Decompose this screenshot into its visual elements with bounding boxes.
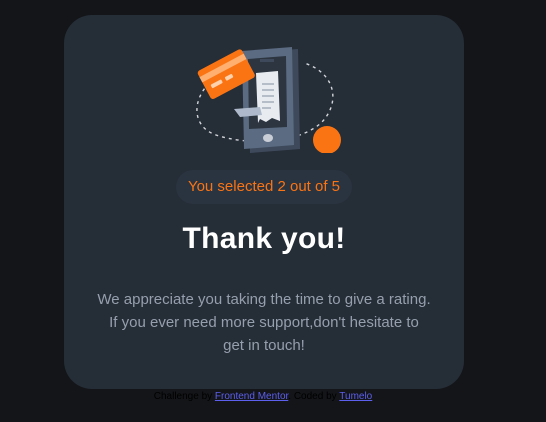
attribution: Challenge by Frontend Mentor. Coded by T… (0, 391, 526, 402)
frontend-mentor-link[interactable]: Frontend Mentor (215, 391, 288, 402)
author-link[interactable]: Tumelo (339, 391, 372, 402)
thank-you-message: We appreciate you taking the time to giv… (88, 288, 440, 357)
thank-you-card: You selected 2 out of 5 Thank you! We ap… (64, 15, 464, 389)
phone-receipt-illustration-icon (196, 47, 341, 153)
message-line: If you ever need more support,don't hesi… (109, 314, 419, 331)
attribution-middle: . Coded by (288, 391, 337, 402)
message-line: get in touch! (223, 337, 305, 354)
page-title: Thank you! (182, 222, 346, 255)
selection-badge: You selected 2 out of 5 (176, 170, 352, 204)
attribution-prefix: Challenge by (153, 391, 213, 402)
message-line: We appreciate you taking the time to giv… (97, 291, 431, 308)
